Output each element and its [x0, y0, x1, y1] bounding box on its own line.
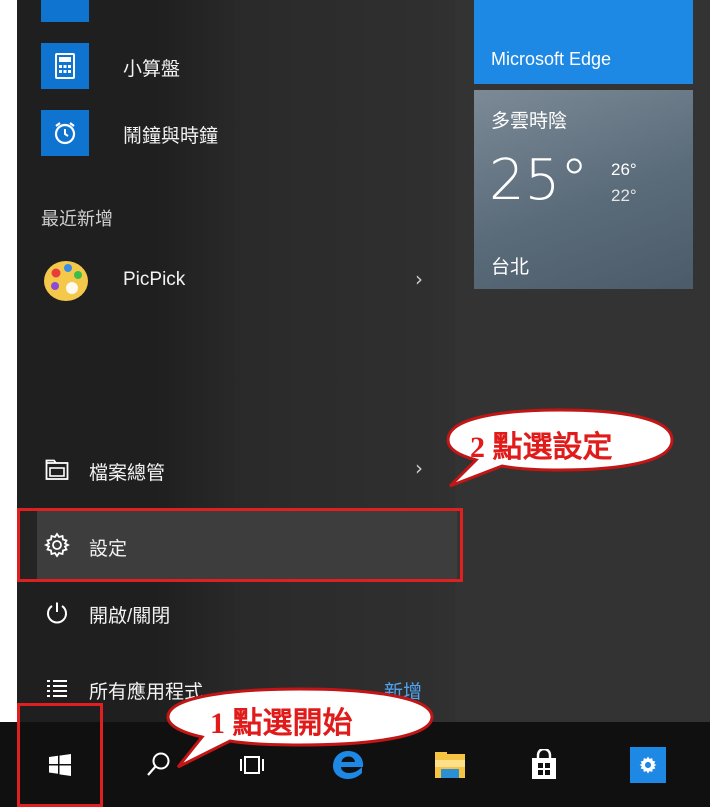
- start-button-highlight-box: [17, 703, 103, 807]
- weather-condition: 多雲時陰: [491, 111, 568, 132]
- callout-step-1-text: 1 點選開始: [210, 707, 353, 740]
- menu-label-power: 開啟/關閉: [89, 606, 171, 627]
- menu-item-power[interactable]: 開啟/關閉: [17, 585, 457, 643]
- calculator-icon: [41, 43, 89, 89]
- app-item-calculator[interactable]: 小算盤: [17, 36, 457, 96]
- store-icon: [532, 748, 556, 779]
- menu-label-file-explorer: 檔案總管: [89, 463, 166, 484]
- partial-app-tile: [41, 0, 89, 22]
- picpick-icon: [41, 255, 91, 305]
- menu-item-file-explorer[interactable]: 檔案總管 ›: [17, 442, 457, 500]
- app-item-alarms[interactable]: 鬧鐘與時鐘: [17, 103, 457, 163]
- weather-city: 台北: [491, 257, 530, 278]
- settings-highlight-box: [17, 508, 463, 582]
- recently-added-header: 最近新增: [41, 209, 113, 229]
- weather-temp: 25°: [489, 148, 589, 213]
- power-icon: [43, 599, 71, 627]
- weather-high: 26°: [611, 160, 637, 179]
- callout-step-2: 2 點選設定: [440, 400, 680, 490]
- chevron-right-icon[interactable]: ›: [415, 456, 423, 480]
- callout-step-1: 1 點選開始: [160, 683, 440, 773]
- app-label-alarms: 鬧鐘與時鐘: [123, 126, 219, 147]
- weather-low: 22°: [611, 186, 637, 205]
- tile-microsoft-edge[interactable]: Microsoft Edge: [474, 0, 693, 84]
- tile-edge-label: Microsoft Edge: [491, 49, 612, 69]
- app-item-picpick[interactable]: PicPick ›: [17, 251, 457, 311]
- chevron-right-icon[interactable]: ›: [415, 267, 423, 291]
- callout-step-2-text: 2 點選設定: [470, 431, 613, 464]
- app-label-calculator: 小算盤: [123, 59, 181, 80]
- alarm-clock-icon: [41, 110, 89, 156]
- folder-icon: [43, 456, 71, 484]
- store-taskbar-button[interactable]: [514, 722, 574, 807]
- settings-taskbar-button[interactable]: [618, 722, 678, 807]
- list-icon: [43, 675, 71, 703]
- app-label-picpick: PicPick: [123, 269, 186, 290]
- tile-weather[interactable]: 多雲時陰 25° 26° 22° 台北: [474, 90, 693, 289]
- settings-icon: [630, 746, 666, 783]
